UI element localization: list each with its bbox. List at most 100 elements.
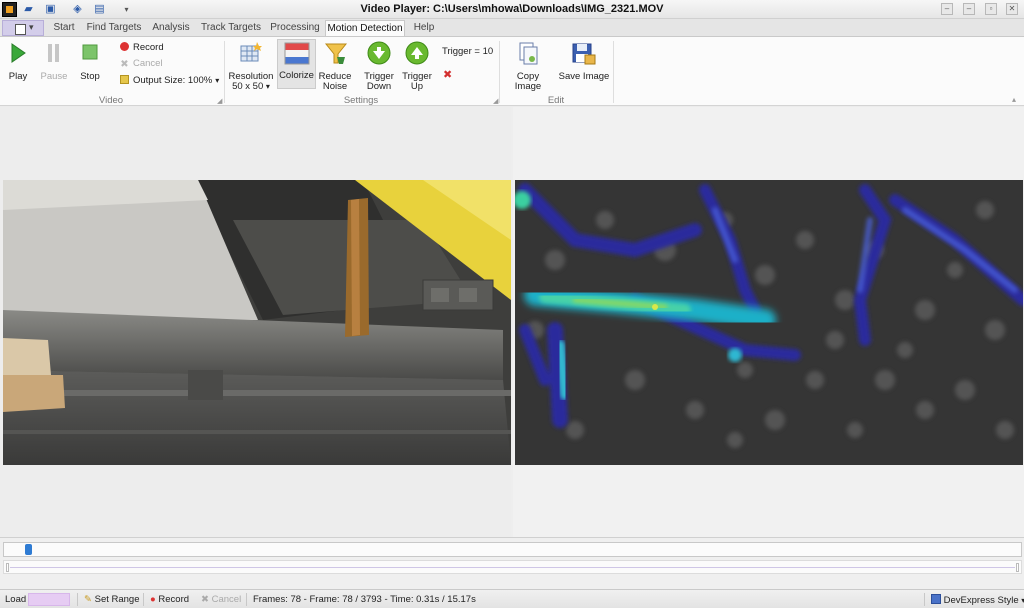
record-label: Record [133,42,164,53]
ribbon-tab-bar: Start Find Targets Analysis Track Target… [0,19,1024,36]
trigger-up-button[interactable]: Trigger Up [400,41,434,92]
status-divider [246,593,247,606]
motion-heatmap-pane [513,107,1024,537]
window-title: Video Player: C:\Users\mhowa\Downloads\I… [360,3,664,15]
save-image-label: Save Image [558,71,610,82]
ribbon-panel: Play Pause Stop Record ✖ Cancel Output Si… [0,36,1024,106]
output-size-dropdown[interactable]: Output Size: 100% ▾ [120,74,219,88]
ribbon-divider [224,41,225,103]
edit-group-label: Edit [547,95,565,106]
play-button[interactable]: Play [2,41,34,85]
status-record-icon: ● [150,594,156,605]
frame-info-text: Frames: 78 - Frame: 78 / 3793 - Time: 0.… [253,594,476,605]
cancel-x-icon: ✖ [120,59,129,70]
colorize-label: Colorize [279,70,314,81]
video-display-area [0,107,1024,537]
range-line [10,567,1015,568]
copy-image-icon [519,42,538,65]
set-range-icon: ✎ [84,594,92,605]
output-size-label: Output Size: 100% [133,75,213,86]
status-record-button[interactable]: ● Record [150,594,189,605]
arrow-up-circle-icon [405,41,429,65]
colorize-flag-icon [284,42,310,65]
save-image-icon [572,43,596,65]
reduce-noise-button[interactable]: Reduce Noise [318,41,352,92]
frame-slider-thumb[interactable] [25,544,32,555]
status-record-label: Record [158,594,190,605]
pause-label: Pause [40,71,68,82]
play-icon [11,43,26,63]
trigger-value-text: Trigger = 10 [442,46,494,57]
trigger-up-label-line2: Up [410,81,424,92]
copy-image-label: Copy Image [514,71,542,92]
trigger-down-button[interactable]: Trigger Down [362,41,396,92]
resolution-grid-icon [240,42,262,62]
resolution-value: 50 x 50 ▾ [232,81,270,92]
range-selector[interactable] [3,560,1022,574]
trigger-down-label-line2: Down [366,81,392,92]
application-menu-button[interactable] [2,20,44,36]
timeline-panel [0,537,1024,589]
frame-slider[interactable] [3,542,1022,557]
video-group-label: Video [98,95,124,106]
set-range-button[interactable]: ✎ Set Range [84,594,140,605]
record-button[interactable]: Record [120,41,164,55]
arrow-down-circle-icon [367,41,391,65]
tab-find-targets[interactable]: Find Targets [84,20,144,36]
status-bar: Load ✎ Set Range ● Record ✖ Cancel Frame… [0,589,1024,608]
video-group-launcher-icon[interactable]: ◢ [217,97,222,105]
set-range-label: Set Range [94,594,140,605]
ribbon-divider [499,41,500,103]
tab-track-targets[interactable]: Track Targets [198,20,264,36]
cancel-label: Cancel [133,58,163,69]
load-button[interactable]: Load [5,594,26,605]
skin-selector-button[interactable]: DevExpress Style ▾ [931,594,1024,606]
pause-icon [48,44,59,62]
settings-group-launcher-icon[interactable]: ◢ [493,97,498,105]
copy-image-button[interactable]: Copy Image [503,41,553,92]
status-cancel-label: Cancel [211,594,242,605]
settings-group-label: Settings [343,95,379,106]
funnel-icon [324,43,348,64]
stop-button[interactable]: Stop [74,41,106,85]
palette-icon [931,594,941,604]
tab-start[interactable]: Start [48,20,80,36]
range-start-handle[interactable] [6,563,9,572]
status-cancel-button[interactable]: ✖ Cancel [201,594,241,605]
source-video-frame[interactable] [3,180,511,465]
cancel-button[interactable]: ✖ Cancel [120,57,163,71]
stop-icon [82,44,98,60]
status-divider [77,593,78,606]
source-video-image [3,180,511,465]
window-minimize-button[interactable]: – [941,3,953,15]
play-label: Play [8,71,28,82]
motion-heatmap-frame[interactable] [515,180,1023,465]
tab-processing[interactable]: Processing [268,20,322,36]
status-divider [924,593,925,606]
range-end-handle[interactable] [1016,563,1019,572]
reduce-noise-label-line2: Noise [322,81,348,92]
resolution-dropdown-button[interactable]: Resolution 50 x 50 ▾ [228,41,274,92]
resolution-chevron-icon: ▾ [265,82,270,91]
status-cancel-icon: ✖ [201,594,209,605]
window-minimize-inner-button[interactable]: – [963,3,975,15]
window-close-button[interactable]: ✕ [1006,3,1018,15]
tab-analysis[interactable]: Analysis [148,20,194,36]
status-divider [143,593,144,606]
title-bar: ▰ ▣ ◈ ▤ ▾ Video Player: C:\Users\mhowa\D… [0,0,1024,19]
source-video-pane [0,107,511,537]
output-size-chevron-icon: ▾ [215,76,220,85]
motion-heatmap-image [515,180,1023,465]
tab-motion-detection[interactable]: Motion Detection [325,20,405,36]
skin-selector-label: DevExpress Style [943,595,1019,606]
collapse-ribbon-chevron-icon[interactable]: ▴ [1012,95,1016,104]
ribbon-divider [613,41,614,103]
stop-label: Stop [80,71,100,82]
trigger-reset-x-icon[interactable]: ✖ [443,68,452,82]
tab-help[interactable]: Help [409,20,439,36]
pause-button[interactable]: Pause [38,41,70,85]
save-image-button[interactable]: Save Image [558,41,610,87]
record-icon [120,42,129,51]
colorize-toggle-button[interactable]: Colorize [277,39,316,89]
window-maximize-button[interactable]: ▫ [985,3,997,15]
